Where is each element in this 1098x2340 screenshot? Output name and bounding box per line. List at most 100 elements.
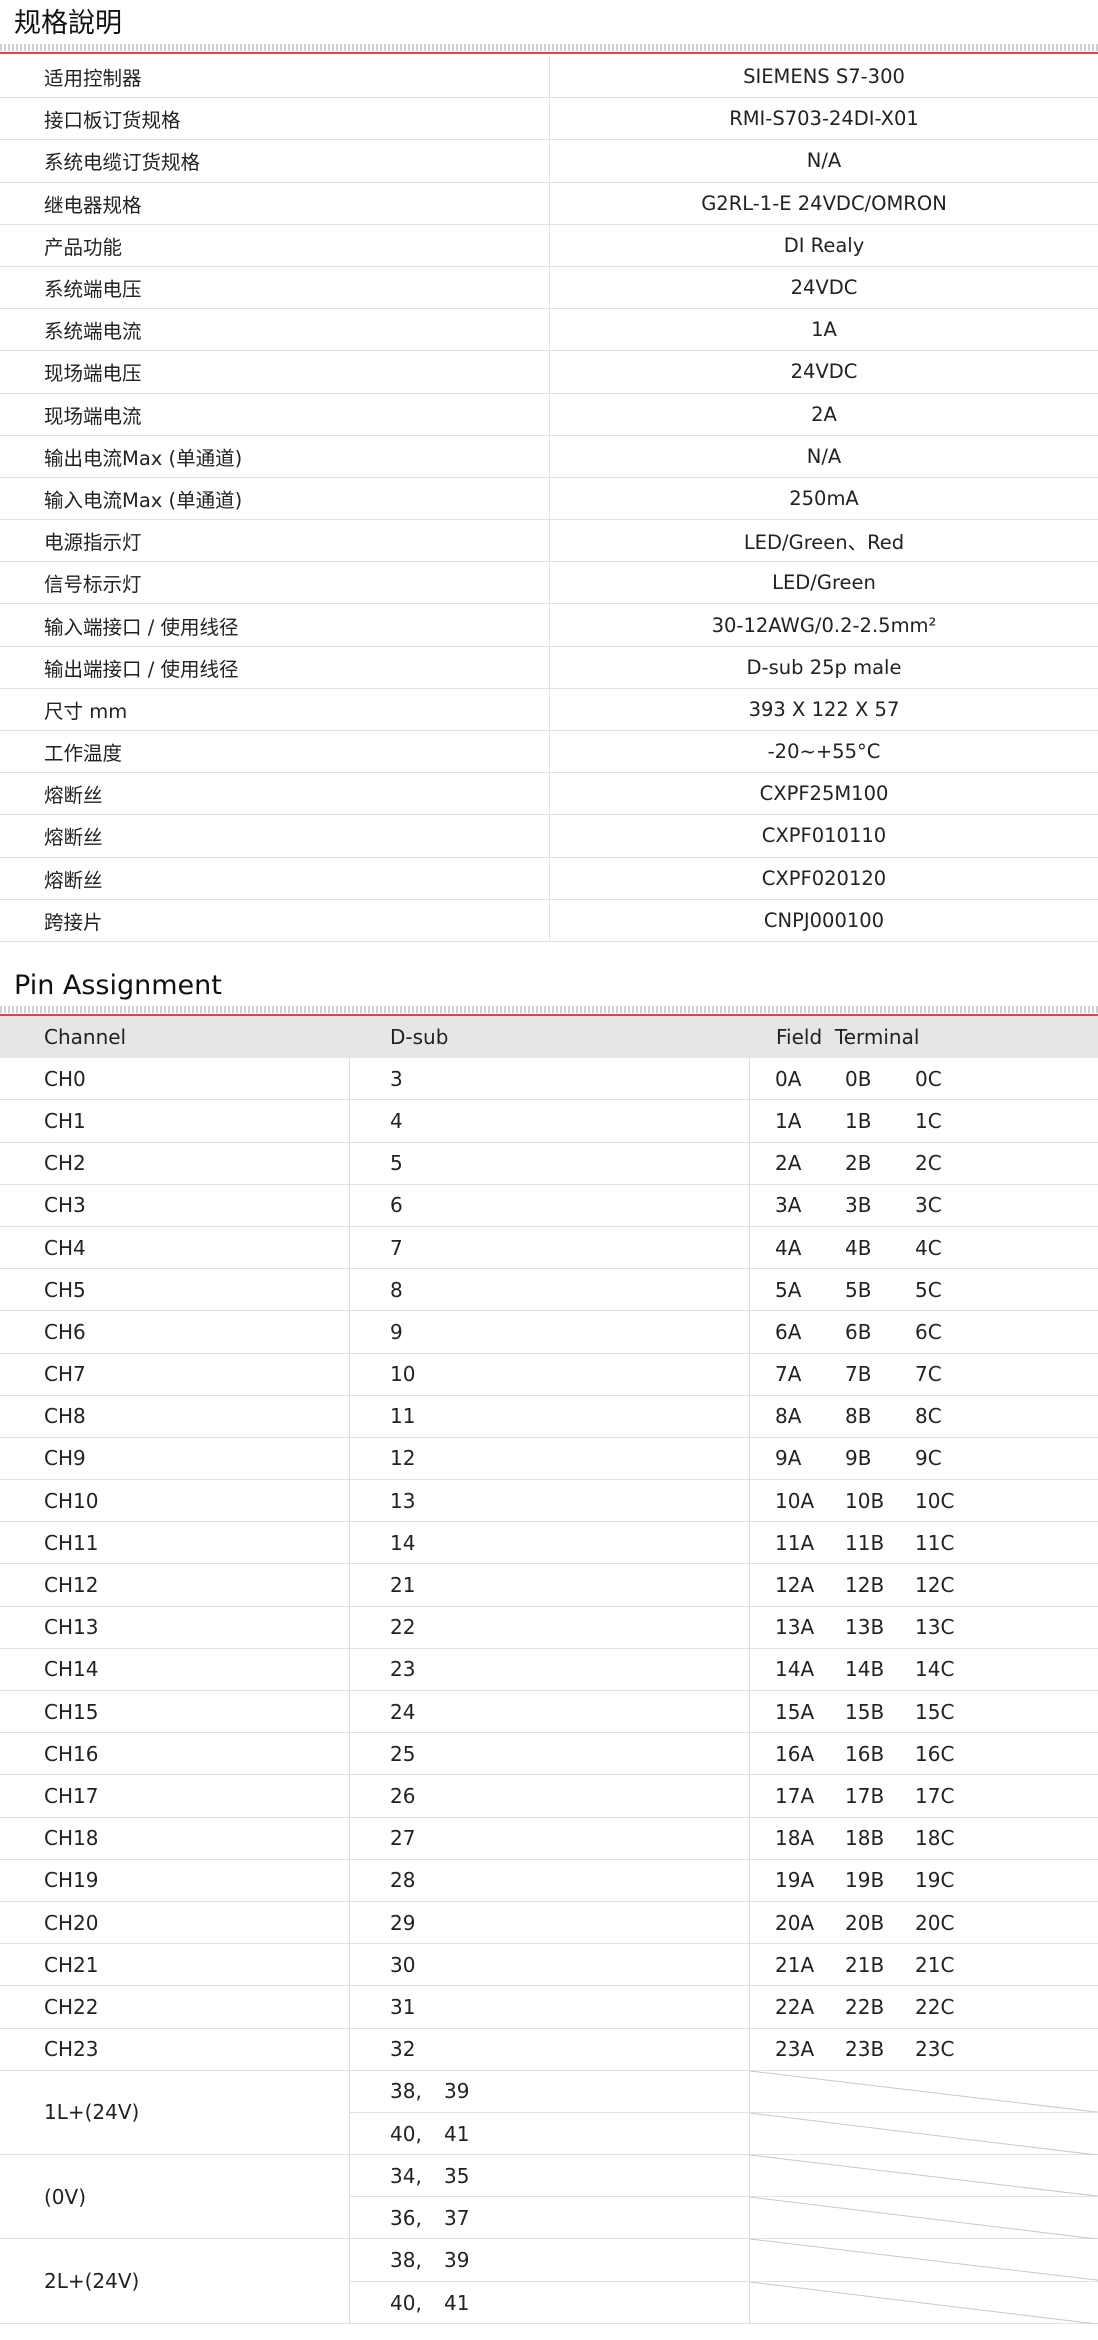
dsub-cell: 27	[350, 1817, 750, 1859]
spec-value: CXPF020120	[761, 866, 887, 890]
spec-label: 尺寸 mm	[0, 688, 550, 730]
table-row: 输入端接口 / 使用线径 30-12AWG/0.2-2.5mm²	[0, 604, 1098, 647]
power-pin-row: 40, 41	[350, 2113, 749, 2155]
channel-cell: CH11	[0, 1522, 350, 1564]
field-terminal-cell: 9A 9B 9C	[750, 1438, 1098, 1479]
table-row: 现场端电流 2A	[0, 393, 1098, 436]
field-terminal: 20B	[845, 1910, 885, 1935]
field-terminal: 22A	[775, 1994, 815, 2019]
pin-assignment-table: Channel D-sub Field Terminal CH0 3 0A 0B 0C C…	[0, 1016, 1098, 2324]
power-pin: 41	[444, 2121, 470, 2146]
table-row: CH18 27 18A 18B 18C	[0, 1817, 1098, 1860]
diagonal-slash	[750, 2282, 1098, 2324]
field-terminal: 3C	[915, 1193, 942, 1218]
field-terminal: 18B	[845, 1826, 885, 1851]
power-pin-row: 34, 35	[350, 2155, 749, 2198]
spec-label: 熔断丝	[0, 773, 550, 815]
power-pin: 37	[444, 2206, 470, 2231]
spec-label: 工作温度	[0, 731, 550, 773]
channel-cell: CH21	[0, 1944, 350, 1986]
table-row: 现场端电压 24VDC	[0, 351, 1098, 394]
spec-value: D-sub 25p male	[746, 655, 902, 679]
field-terminal: 5A	[775, 1277, 802, 1302]
channel-cell: CH19	[0, 1859, 350, 1901]
dsub-cell: 11	[350, 1395, 750, 1437]
table-row: CH11 14 11A 11B 11C	[0, 1522, 1098, 1565]
table-row: 熔断丝 CXPF020120	[0, 857, 1098, 900]
field-terminal-cell: 7A 7B 7C	[750, 1354, 1098, 1395]
table-row: 熔断丝 CXPF010110	[0, 815, 1098, 858]
field-terminal: 1B	[845, 1108, 872, 1133]
spec-value: 1A	[811, 318, 837, 342]
field-terminal-cell: 1A 1B 1C	[750, 1100, 1098, 1141]
dsub-cell: 29	[350, 1901, 750, 1944]
spec-table: 适用控制器 SIEMENS S7-300 接口板订货规格 RMI-S703-24DI-…	[0, 56, 1098, 942]
dsub-cell: 28	[350, 1859, 750, 1901]
spec-label: 系统端电压	[0, 266, 550, 309]
spec-value: LED/Green、Red	[743, 531, 905, 555]
field-terminal-cell: 18A 18B 18C	[750, 1818, 1098, 1859]
field-terminal: 11B	[845, 1530, 885, 1555]
dsub-cell: 24	[350, 1691, 750, 1733]
dsub-cell: 7	[350, 1226, 750, 1269]
spec-value: CNPJ000100	[763, 908, 885, 932]
channel-cell: CH8	[0, 1395, 350, 1437]
spec-value: 393 X 122 X 57	[748, 697, 900, 721]
power-pin: 40,	[390, 2121, 422, 2146]
table-row: CH4 7 4A 4B 4C	[0, 1226, 1098, 1270]
field-terminal-cell: 13A 13B 13C	[750, 1607, 1098, 1648]
field-terminal: 19C	[915, 1868, 955, 1893]
field-terminal: 18A	[775, 1826, 815, 1851]
spec-label: 信号标示灯	[0, 562, 550, 604]
spec-label: 产品功能	[0, 224, 550, 266]
field-terminal: 3B	[845, 1193, 872, 1218]
table-row: CH14 23 14A 14B 14C	[0, 1648, 1098, 1691]
dsub-cell: 6	[350, 1184, 750, 1226]
field-terminal-cell: 17A 17B 17C	[750, 1775, 1098, 1816]
field-terminal: 10A	[775, 1488, 815, 1513]
table-row: 电源指示灯 LED/Green、Red	[0, 520, 1098, 563]
field-terminal: 5B	[845, 1277, 872, 1302]
field-terminal: 17C	[915, 1783, 955, 1808]
field-terminal: 16A	[775, 1741, 815, 1766]
power-label: 2L+(24V)	[0, 2239, 350, 2323]
field-terminal: 19B	[845, 1868, 885, 1893]
channel-cell: CH0	[0, 1058, 350, 1100]
field-terminal-cell: 16A 16B 16C	[750, 1733, 1098, 1774]
field-terminal-cell: 19A 19B 19C	[750, 1860, 1098, 1901]
field-terminal: 20A	[775, 1910, 815, 1935]
power-group-row: 1L+(24V) 38, 39 40, 41	[0, 2070, 1098, 2156]
power-group-row: (0V) 34, 35 36, 37	[0, 2155, 1098, 2240]
power-pin: 38,	[390, 2248, 422, 2273]
field-terminal: 21A	[775, 1952, 815, 1977]
channel-cell: CH3	[0, 1184, 350, 1226]
channel-cell: CH5	[0, 1269, 350, 1311]
field-terminal: 11A	[775, 1530, 815, 1555]
dsub-cell: 14	[350, 1522, 750, 1564]
field-terminal-cell: 22A 22B 22C	[750, 1986, 1098, 2027]
field-terminal: 0C	[915, 1066, 942, 1091]
power-group-row: 2L+(24V) 38, 39 40, 41	[0, 2239, 1098, 2324]
spec-value: -20~+55°C	[767, 740, 881, 764]
spec-label: 熔断丝	[0, 857, 550, 899]
table-row: CH22 31 22A 22B 22C	[0, 1986, 1098, 2029]
power-pins: 34, 35 36, 37	[350, 2155, 750, 2239]
channel-cell: CH17	[0, 1775, 350, 1817]
table-row: 尺寸 mm 393 X 122 X 57	[0, 688, 1098, 731]
diagonal-slash	[750, 2155, 1098, 2198]
spec-value: G2RL-1-E 24VDC/OMRON	[701, 191, 947, 215]
red-divider	[0, 52, 1098, 54]
field-terminal: 11C	[915, 1530, 955, 1555]
channel-cell: CH16	[0, 1733, 350, 1775]
table-row: CH13 22 13A 13B 13C	[0, 1606, 1098, 1649]
field-terminal: 13C	[915, 1615, 955, 1640]
spec-label: 系统端电流	[0, 309, 550, 351]
header-field-terminal: Field Terminal	[776, 1025, 920, 1050]
spec-label: 继电器规格	[0, 182, 550, 224]
spec-value: 30-12AWG/0.2-2.5mm²	[711, 613, 937, 637]
field-terminal: 20C	[915, 1910, 955, 1935]
channel-cell: CH4	[0, 1226, 350, 1269]
power-pin: 36,	[390, 2206, 422, 2231]
field-terminal: 22C	[915, 1994, 955, 2019]
table-row: 输出端接口 / 使用线径 D-sub 25p male	[0, 646, 1098, 689]
